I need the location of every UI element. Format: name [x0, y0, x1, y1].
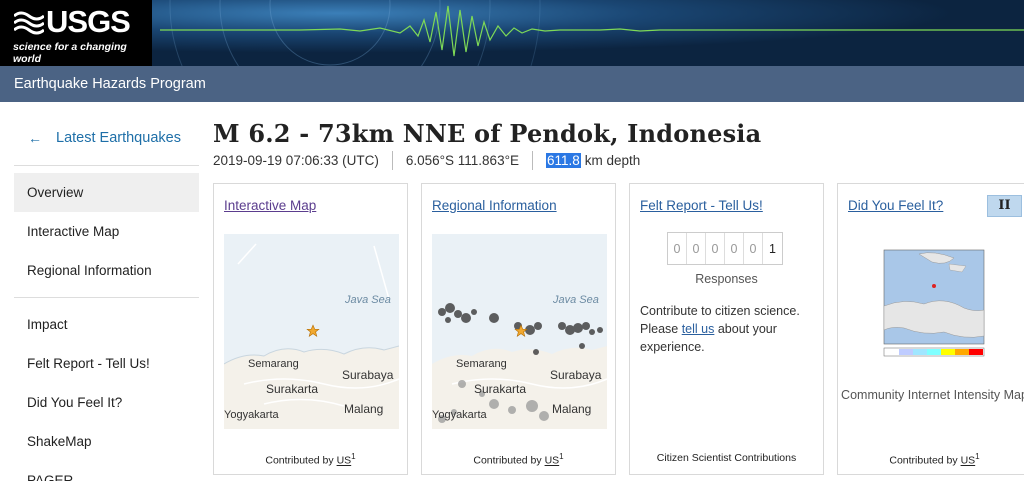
counter-digit: 0	[687, 233, 706, 264]
regional-information-link[interactable]: Regional Information	[432, 198, 557, 213]
sidebar-item-overview[interactable]: Overview	[14, 173, 199, 212]
meta-separator	[391, 151, 393, 170]
map-label-yogyakarta: Yogyakarta	[432, 409, 487, 421]
citizen-science-text: Contribute to citizen science. Please te…	[640, 302, 816, 356]
sidebar-item-interactive-map[interactable]: Interactive Map	[14, 212, 199, 251]
usgs-logo[interactable]: USGS science for a changing world	[0, 0, 152, 66]
interactive-map-card: Interactive Map Java Sea Semarang Suraka…	[213, 183, 408, 475]
map-label-java-sea: Java Sea	[553, 294, 599, 306]
nav-divider	[14, 297, 199, 298]
interactive-map-contributor: Contributed by US1	[214, 452, 407, 467]
interactive-map-link[interactable]: Interactive Map	[224, 198, 316, 213]
map-label-surakarta: Surakarta	[266, 382, 319, 396]
header-seismogram-graphic	[0, 0, 1024, 66]
felt-report-footer: Citizen Scientist Contributions	[656, 452, 797, 464]
interactive-map-thumbnail[interactable]: Java Sea Semarang Surakarta Surabaya Yog…	[224, 234, 399, 429]
map-label-semarang: Semarang	[456, 358, 507, 370]
sidebar-item-shakemap[interactable]: ShakeMap	[14, 422, 199, 461]
counter-digit: 0	[706, 233, 725, 264]
map-label-surabaya: Surabaya	[342, 368, 394, 382]
contributor-sup: 1	[975, 452, 980, 461]
map-label-malang: Malang	[344, 402, 384, 416]
meta-separator	[531, 151, 533, 170]
event-time: 2019-09-19 07:06:33 (UTC)	[213, 153, 379, 168]
contributor-prefix: Contributed by	[473, 454, 542, 467]
map-label-surabaya: Surabaya	[550, 368, 602, 382]
dyfi-caption: Community Internet Intensity Map	[841, 388, 1024, 402]
latest-earthquakes-link[interactable]: ← Latest Earthquakes	[14, 118, 199, 158]
logo-text: USGS	[46, 4, 131, 39]
event-location: 6.056°S 111.863°E	[405, 153, 519, 168]
contributor-link[interactable]: US	[337, 455, 352, 467]
sidebar-item-felt-report[interactable]: Felt Report - Tell Us!	[14, 344, 199, 383]
contributor-prefix: Contributed by	[265, 454, 334, 467]
contributor-link[interactable]: US	[545, 455, 560, 467]
sidebar-item-regional-information[interactable]: Regional Information	[14, 251, 199, 290]
event-title: M 6.2 - 73km NNE of Pendok, Indonesia	[213, 119, 762, 148]
response-counter: 0 0 0 0 0 1	[667, 232, 783, 265]
counter-digit: 1	[769, 241, 776, 256]
responses-label: Responses	[695, 272, 758, 286]
map-label-yogyakarta: Yogyakarta	[224, 409, 279, 421]
map-label-semarang: Semarang	[248, 358, 299, 370]
regional-information-card: Regional Information Java Sea Semarang S…	[421, 183, 616, 475]
counter-digit: 0	[725, 233, 744, 264]
contributor-link[interactable]: US	[961, 455, 976, 467]
regional-information-contributor: Contributed by US1	[422, 452, 615, 467]
event-depth-value: 611.8	[545, 153, 581, 168]
back-arrow-icon: ←	[28, 130, 42, 146]
contributor-prefix: Contributed by	[889, 454, 958, 467]
sidebar-nav: ← Latest Earthquakes Overview Interactiv…	[14, 118, 199, 481]
usgs-wave-icon	[14, 11, 44, 35]
counter-digit: 0	[744, 233, 763, 264]
nav-divider	[14, 165, 199, 166]
epicenter-star-icon	[306, 324, 320, 337]
logo-tagline: science for a changing world	[13, 41, 127, 65]
program-title[interactable]: Earthquake Hazards Program	[14, 76, 206, 92]
epicenter-star-icon	[514, 324, 528, 337]
counter-digit: 0	[668, 233, 687, 264]
regional-information-thumbnail[interactable]: Java Sea Semarang Surakarta Surabaya Yog…	[432, 234, 607, 429]
program-bar: Earthquake Hazards Program	[0, 66, 1024, 102]
map-label-malang: Malang	[552, 402, 592, 416]
contributor-sup: 1	[351, 452, 356, 461]
contributor-sup: 1	[559, 452, 564, 461]
dyfi-link[interactable]: Did You Feel It?	[848, 198, 943, 213]
latest-earthquakes-label: Latest Earthquakes	[56, 130, 181, 146]
event-depth-unit: km depth	[584, 153, 641, 168]
map-label-surakarta: Surakarta	[474, 382, 527, 396]
map-label-java-sea: Java Sea	[345, 294, 391, 306]
sidebar-item-did-you-feel-it[interactable]: Did You Feel It?	[14, 383, 199, 422]
mmi-intensity-badge: II	[987, 195, 1022, 217]
sidebar-item-pager[interactable]: PAGER	[14, 461, 199, 481]
tell-us-link[interactable]: tell us	[682, 322, 715, 336]
site-header: USGS science for a changing world	[0, 0, 1024, 66]
dyfi-intensity-map-thumbnail[interactable]	[874, 236, 994, 371]
sidebar-item-impact[interactable]: Impact	[14, 305, 199, 344]
felt-report-card: Felt Report - Tell Us! 0 0 0 0 0 1 Respo…	[629, 183, 824, 475]
event-summary: 2019-09-19 07:06:33 (UTC) 6.056°S 111.86…	[213, 151, 640, 170]
dyfi-card: Did You Feel It? II Community Internet I…	[837, 183, 1024, 475]
felt-report-link[interactable]: Felt Report - Tell Us!	[640, 198, 763, 213]
dyfi-contributor: Contributed by US1	[838, 452, 1024, 467]
